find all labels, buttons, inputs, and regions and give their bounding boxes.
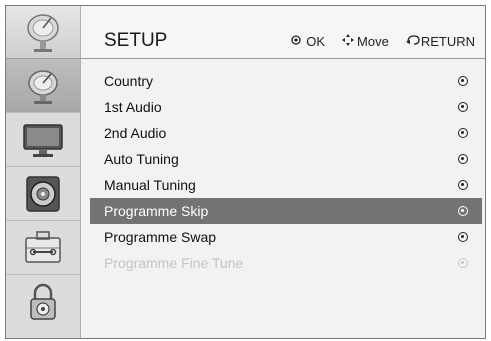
sidebar-item-lock[interactable] (6, 275, 80, 329)
menu-item-programme-skip[interactable]: Programme Skip (90, 198, 482, 224)
move-hint-label: Move (357, 34, 389, 49)
menu-item-manual-tuning[interactable]: Manual Tuning (90, 172, 482, 198)
menu-item-label: 1st Audio (104, 99, 162, 115)
menu-item-label: Programme Swap (104, 229, 217, 245)
satellite-dish-icon (27, 14, 59, 52)
menu-item-label: Manual Tuning (104, 177, 196, 193)
select-indicator-icon (458, 232, 468, 242)
select-indicator-icon (458, 102, 468, 112)
menu-item-programme-fine-tune: Programme Fine Tune (90, 250, 482, 276)
header-corner (6, 6, 81, 58)
menu-item-2nd-audio[interactable]: 2nd Audio (90, 120, 482, 146)
return-icon (405, 34, 420, 49)
page-title: SETUP (104, 30, 168, 51)
move-icon (341, 33, 355, 50)
return-hint-label: RETURN (420, 34, 475, 49)
menu-header: SETUP OK Move RETURN (6, 6, 485, 59)
select-indicator-icon (458, 206, 468, 216)
menu-item-label: Programme Fine Tune (104, 255, 244, 271)
toolbox-icon (25, 230, 61, 263)
menu-item-auto-tuning[interactable]: Auto Tuning (90, 146, 482, 172)
speaker-icon (26, 175, 60, 212)
menu-item-programme-swap[interactable]: Programme Swap (90, 224, 482, 250)
satellite-dish-icon (28, 69, 58, 104)
select-indicator-icon (458, 154, 468, 164)
menu-item-label: Country (104, 73, 154, 89)
sidebar-item-option[interactable] (6, 221, 80, 275)
sidebar-item-audio[interactable] (6, 167, 80, 221)
menu-item-country[interactable]: Country (90, 68, 482, 94)
select-indicator-icon (458, 76, 468, 86)
monitor-icon (23, 123, 63, 157)
select-indicator-icon (458, 128, 468, 138)
lock-icon (30, 283, 56, 320)
setup-menu-window: SETUP OK Move RETURN Country 1st Audio 2… (5, 5, 486, 339)
select-indicator-icon (458, 180, 468, 190)
category-sidebar (6, 59, 81, 338)
setup-menu-list: Country 1st Audio 2nd Audio Auto Tuning … (90, 68, 482, 276)
menu-item-1st-audio[interactable]: 1st Audio (90, 94, 482, 120)
menu-item-label: Auto Tuning (104, 151, 179, 167)
ok-hint-label: OK (306, 34, 326, 49)
sidebar-item-picture[interactable] (6, 113, 80, 167)
select-indicator-icon (458, 258, 468, 268)
menu-item-label: 2nd Audio (104, 125, 167, 141)
button-hints: OK Move RETURN (290, 33, 475, 50)
menu-item-label: Programme Skip (104, 203, 209, 219)
ok-icon (290, 35, 302, 48)
sidebar-item-channel[interactable] (6, 59, 80, 113)
